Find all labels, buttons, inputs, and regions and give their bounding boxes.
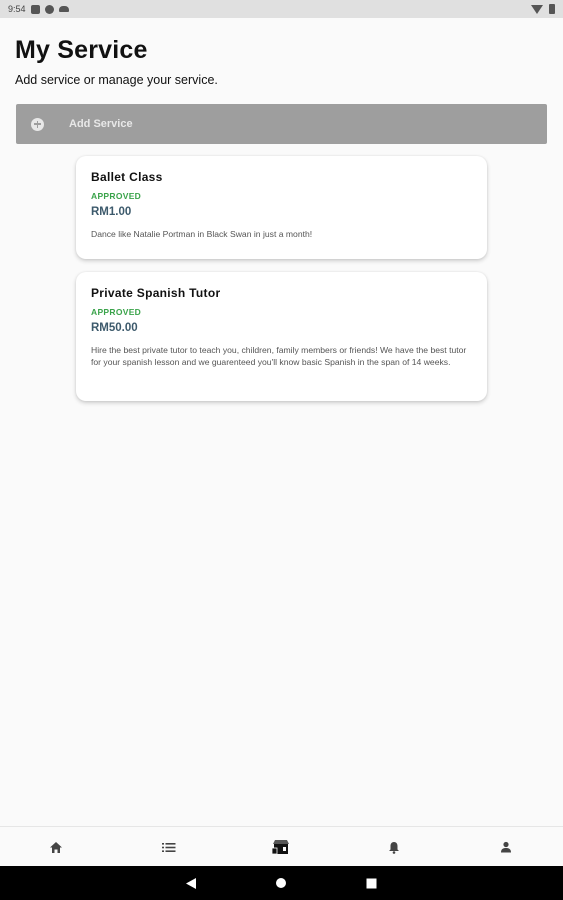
nav-notifications[interactable]: [374, 827, 414, 867]
status-badge: APPROVED: [91, 307, 142, 317]
nav-profile[interactable]: [486, 827, 526, 867]
add-service-button[interactable]: Add Service: [16, 104, 547, 144]
service-title: Private Spanish Tutor: [91, 286, 221, 300]
status-right: [531, 4, 555, 14]
store-icon: [271, 840, 289, 855]
wifi-icon: [531, 4, 543, 14]
bell-icon: [389, 841, 399, 854]
home-icon: [50, 841, 62, 853]
plus-circle-icon: [31, 117, 44, 131]
back-triangle-icon: [186, 877, 196, 889]
system-home-button[interactable]: [261, 866, 301, 900]
service-card[interactable]: Ballet Class APPROVED RM1.00 Dance like …: [76, 156, 487, 259]
bottom-nav: [0, 826, 563, 866]
status-bar: 9:54: [0, 0, 563, 18]
nav-store[interactable]: [261, 827, 301, 867]
system-nav-bar: [0, 866, 563, 900]
profile-icon: [501, 841, 511, 853]
service-card[interactable]: Private Spanish Tutor APPROVED RM50.00 H…: [76, 272, 487, 401]
list-icon: [162, 842, 176, 852]
status-left: 9:54: [8, 4, 69, 14]
service-title: Ballet Class: [91, 170, 163, 184]
status-time: 9:54: [8, 4, 26, 14]
battery-icon: [549, 4, 555, 14]
service-price: RM1.00: [91, 206, 132, 218]
circle-app-icon: [44, 4, 54, 14]
service-price: RM50.00: [91, 322, 138, 334]
sim-card-icon: [30, 4, 40, 14]
service-description: Dance like Natalie Portman in Black Swan…: [91, 229, 313, 239]
system-back-button[interactable]: [171, 866, 211, 900]
system-recents-button[interactable]: [351, 866, 391, 900]
nav-home[interactable]: [36, 827, 76, 867]
page-subtitle: Add service or manage your service.: [15, 73, 218, 87]
home-circle-icon: [276, 878, 286, 888]
add-service-label: Add Service: [69, 118, 133, 130]
nav-list[interactable]: [149, 827, 189, 867]
cloud-icon: [58, 6, 69, 12]
service-description: Hire the best private tutor to teach you…: [91, 345, 467, 368]
page-header: My Service Add service or manage your se…: [15, 36, 218, 87]
status-badge: APPROVED: [91, 191, 142, 201]
recents-square-icon: [366, 878, 376, 888]
page-title: My Service: [15, 36, 148, 64]
